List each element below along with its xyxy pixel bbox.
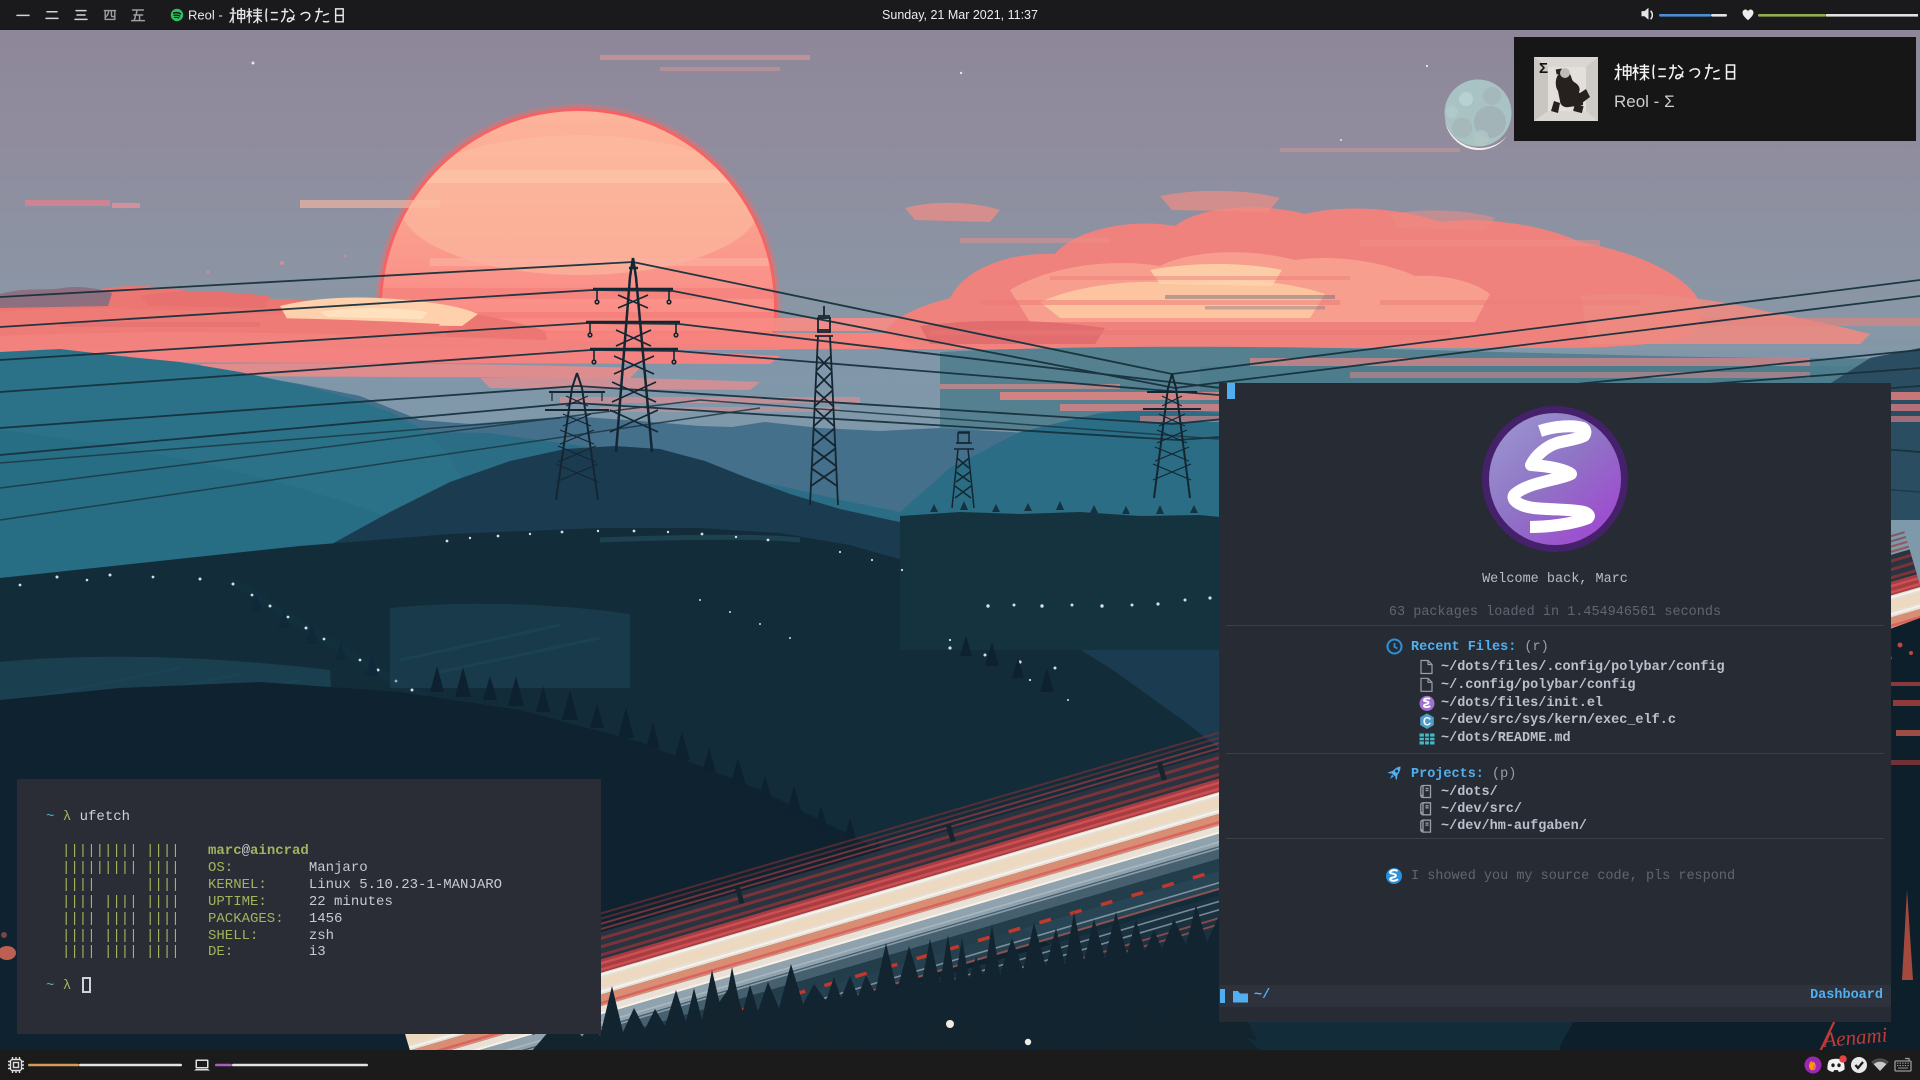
svg-text:C: C bbox=[1423, 717, 1431, 729]
svg-text:Σ: Σ bbox=[1539, 60, 1548, 77]
